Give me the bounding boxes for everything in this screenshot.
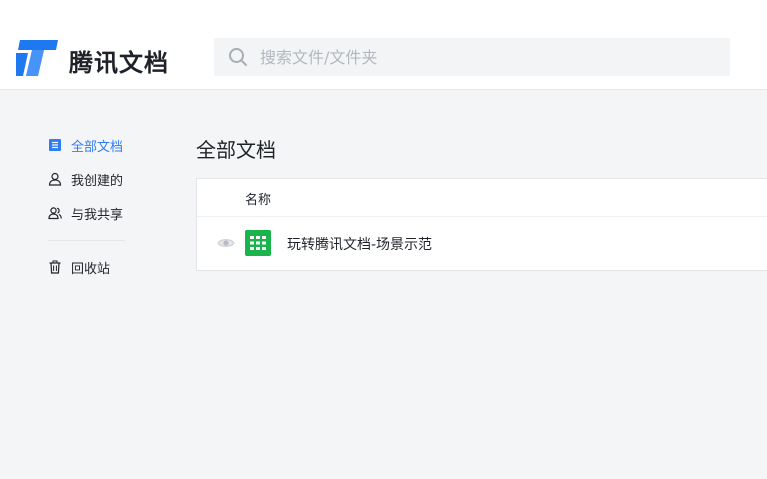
search-box[interactable]	[214, 38, 730, 76]
users-shared-icon	[48, 207, 62, 220]
file-row[interactable]: 玩转腾讯文档-场景示范	[197, 217, 767, 269]
spreadsheet-icon	[245, 230, 271, 256]
sidebar-item-trash[interactable]: 回收站	[48, 250, 128, 284]
trash-icon	[49, 260, 61, 274]
top-header: 腾讯文档	[0, 0, 767, 90]
document-list-icon	[49, 139, 61, 151]
sidebar-item-created-by-me[interactable]: 我创建的	[48, 162, 128, 196]
file-name[interactable]: 玩转腾讯文档-场景示范	[287, 234, 432, 254]
sidebar-divider	[48, 240, 125, 241]
page-title: 全部文档	[196, 138, 276, 162]
sidebar-item-label: 回收站	[71, 261, 111, 277]
search-icon	[229, 48, 247, 66]
sidebar-item-label: 全部文档	[71, 139, 124, 155]
eye-icon	[217, 239, 235, 247]
sidebar: 全部文档 我创建的 与我共享 回收站	[48, 128, 128, 284]
column-header: 名称	[197, 179, 767, 217]
user-icon	[48, 172, 62, 186]
tencent-docs-logo-icon[interactable]	[16, 40, 58, 76]
file-list: 名称 玩转腾讯文档-场景示范	[196, 178, 767, 271]
column-header-name[interactable]: 名称	[245, 189, 271, 208]
brand-name[interactable]: 腾讯文档	[69, 43, 169, 78]
sidebar-item-all-docs[interactable]: 全部文档	[48, 128, 128, 162]
sidebar-item-label: 与我共享	[71, 207, 124, 223]
search-input[interactable]	[260, 38, 710, 76]
sidebar-item-label: 我创建的	[71, 173, 124, 189]
sidebar-item-shared-with-me[interactable]: 与我共享	[48, 196, 128, 230]
